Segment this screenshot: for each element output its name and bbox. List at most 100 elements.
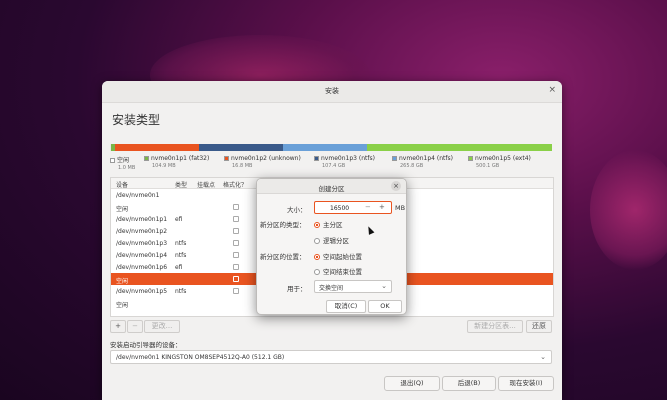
logical-partition-radio[interactable]: 逻辑分区 — [314, 235, 349, 245]
revert-button[interactable]: 还原 — [526, 320, 552, 333]
radio-label: 空间起始位置 — [323, 253, 362, 261]
cancel-button[interactable]: 取消(C) — [326, 300, 366, 313]
column-header-device[interactable]: 设备 — [116, 180, 128, 189]
column-header-mount[interactable]: 挂载点 — [197, 180, 215, 189]
legend-size: 265.8 GB — [400, 163, 424, 169]
dialog-close-icon[interactable]: × — [391, 181, 401, 191]
row-device: /dev/nvme0n1p1 — [116, 216, 168, 223]
decrement-button[interactable]: − — [365, 203, 371, 211]
partition-segment — [114, 144, 199, 151]
remove-partition-button[interactable]: − — [127, 320, 143, 333]
legend-label: nvme0n1p5 (ext4) — [475, 155, 531, 162]
legend-swatch — [144, 156, 149, 161]
use-as-value: 交换空间 — [319, 285, 344, 292]
size-spinbox[interactable]: 16500 − + — [314, 201, 392, 214]
radio-dot — [314, 222, 320, 228]
window-close-icon[interactable]: × — [548, 85, 556, 95]
dialog-titlebar[interactable]: 创建分区 × — [257, 179, 406, 194]
legend-item: nvme0n1p2 (unknown) 16.8 MB — [224, 155, 301, 169]
row-device: /dev/nvme0n1p6 — [116, 264, 168, 271]
legend-size: 107.4 GB — [322, 163, 346, 169]
back-button[interactable]: 后退(B) — [442, 376, 496, 391]
column-header-format[interactable]: 格式化？ — [223, 180, 247, 189]
use-as-label: 用于： — [287, 285, 307, 293]
row-device: /dev/nvme0n1 — [116, 192, 160, 199]
partition-location-label: 新分区的位置： — [260, 253, 306, 261]
format-checkbox[interactable] — [233, 216, 239, 222]
legend-item: nvme0n1p1 (fat32) 104.9 MB — [144, 155, 209, 169]
ok-button[interactable]: OK — [368, 300, 402, 313]
legend-swatch — [224, 156, 229, 161]
legend-label: nvme0n1p2 (unknown) — [231, 155, 301, 162]
row-device: /dev/nvme0n1p5 — [116, 288, 168, 295]
radio-label: 逻辑分区 — [323, 237, 349, 245]
legend-size: 16.8 MB — [232, 163, 253, 169]
legend-label: 空闲 — [117, 157, 130, 164]
format-checkbox[interactable] — [233, 288, 239, 294]
legend-label: nvme0n1p3 (ntfs) — [321, 155, 375, 162]
location-end-radio[interactable]: 空间结束位置 — [314, 266, 362, 276]
legend-size: 1.0 MB — [118, 165, 136, 171]
radio-label: 主分区 — [323, 221, 343, 229]
chevron-down-icon: ⌄ — [381, 282, 387, 290]
radio-dot — [314, 269, 320, 275]
format-checkbox[interactable] — [233, 276, 239, 282]
boot-device-value: /dev/nvme0n1 KINGSTON OM8SEP4512Q-A0 (51… — [116, 354, 285, 361]
row-device: 空闲 — [116, 206, 129, 213]
partition-segment — [282, 144, 367, 151]
row-type: efi — [175, 216, 183, 223]
row-type: ntfs — [175, 252, 187, 259]
legend-item: nvme0n1p5 (ext4) 500.1 GB — [468, 155, 531, 169]
increment-button[interactable]: + — [379, 203, 385, 211]
radio-dot — [314, 238, 320, 244]
page-title: 安装类型 — [112, 113, 161, 127]
format-checkbox[interactable] — [233, 252, 239, 258]
format-checkbox[interactable] — [233, 240, 239, 246]
format-checkbox[interactable] — [233, 204, 239, 210]
radio-dot — [314, 254, 320, 260]
partition-legend: 空闲 1.0 MB nvme0n1p1 (fat32) 104.9 MB nvme0… — [110, 155, 554, 177]
format-checkbox[interactable] — [233, 264, 239, 270]
dialog-title: 创建分区 — [318, 185, 345, 193]
partition-segment — [198, 144, 283, 151]
chevron-down-icon: ⌄ — [540, 353, 546, 361]
partition-segment — [366, 144, 552, 151]
change-partition-button[interactable]: 更改... — [144, 320, 180, 333]
boot-device-select[interactable]: /dev/nvme0n1 KINGSTON OM8SEP4512Q-A0 (51… — [110, 350, 552, 364]
use-as-select[interactable]: 交换空间 ⌄ — [314, 280, 392, 293]
primary-partition-radio[interactable]: 主分区 — [314, 219, 343, 229]
partition-type-label: 新分区的类型： — [260, 221, 306, 229]
install-now-button[interactable]: 现在安装(I) — [498, 376, 554, 391]
wallpaper-swirl — [590, 150, 667, 270]
size-label: 大小： — [287, 206, 307, 214]
legend-item: nvme0n1p3 (ntfs) 107.4 GB — [314, 155, 375, 169]
partition-usage-bar — [110, 144, 552, 151]
legend-swatch — [392, 156, 397, 161]
format-checkbox[interactable] — [233, 228, 239, 234]
row-type: ntfs — [175, 288, 187, 295]
row-device: 空闲 — [116, 302, 129, 309]
legend-size: 104.9 MB — [152, 163, 176, 169]
row-device: /dev/nvme0n1p3 — [116, 240, 168, 247]
row-device: /dev/nvme0n1p4 — [116, 252, 168, 259]
legend-swatch — [468, 156, 473, 161]
row-type: efi — [175, 264, 183, 271]
size-unit: MB — [395, 204, 406, 212]
location-start-radio[interactable]: 空间起始位置 — [314, 251, 362, 261]
partition-toolbar: + − 更改... 新建分区表... 还原 — [110, 320, 554, 334]
create-partition-dialog: 创建分区 × 大小： 16500 − + MB 新分区的类型： 主分区 逻辑分区… — [256, 178, 407, 315]
row-device: /dev/nvme0n1p2 — [116, 228, 168, 235]
radio-label: 空间结束位置 — [323, 268, 362, 276]
size-input[interactable]: 16500 — [330, 205, 349, 212]
window-title: 安装 — [325, 87, 339, 95]
add-partition-button[interactable]: + — [110, 320, 126, 333]
row-device: 空闲 — [116, 278, 129, 285]
legend-label: nvme0n1p4 (ntfs) — [399, 155, 453, 162]
boot-device-label: 安装启动引导器的设备： — [110, 341, 182, 349]
quit-button[interactable]: 退出(Q) — [384, 376, 440, 391]
new-partition-table-button[interactable]: 新建分区表... — [467, 320, 523, 333]
column-header-type[interactable]: 类型 — [175, 180, 187, 189]
legend-size: 500.1 GB — [476, 163, 500, 169]
window-titlebar[interactable]: 安装 × — [102, 81, 562, 103]
legend-label: nvme0n1p1 (fat32) — [151, 155, 210, 162]
